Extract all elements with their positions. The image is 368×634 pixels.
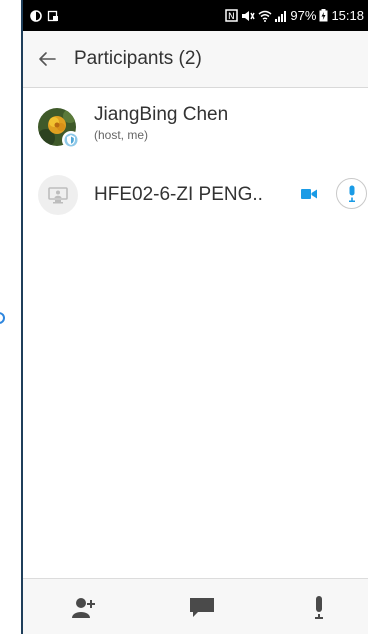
wifi-icon xyxy=(258,10,272,22)
svg-text:N: N xyxy=(228,12,235,22)
participant-name: HFE02-6-ZI PENG.. xyxy=(94,184,263,205)
back-arrow-icon[interactable] xyxy=(38,50,56,68)
screenshot-icon xyxy=(47,10,58,21)
microphone-icon xyxy=(348,185,355,202)
video-camera-icon[interactable] xyxy=(301,188,317,200)
add-person-icon xyxy=(72,598,95,618)
participants-screen: N 97% 15:18 Participants (2) JiangBing C… xyxy=(23,0,368,634)
participant-info: JiangBing Chen (host, me) xyxy=(94,104,228,143)
room-system-icon xyxy=(38,175,78,215)
participant-info: HFE02-6-ZI PENG.. xyxy=(94,184,263,206)
participant-mic-button[interactable] xyxy=(336,178,367,209)
avatar xyxy=(38,108,80,149)
participant-row[interactable]: JiangBing Chen (host, me) xyxy=(23,100,368,154)
data-saver-icon xyxy=(30,9,42,22)
participant-name: JiangBing Chen xyxy=(94,104,229,125)
battery-charging-icon xyxy=(319,9,328,22)
participant-role: (host, me) xyxy=(94,128,149,142)
chat-button[interactable] xyxy=(187,593,217,623)
page-title: Participants (2) xyxy=(74,48,202,69)
signal-icon xyxy=(275,10,287,22)
bottom-toolbar xyxy=(23,578,368,634)
mute-notifications-icon xyxy=(242,10,256,21)
host-badge-icon xyxy=(62,131,80,149)
invite-button[interactable] xyxy=(69,593,99,623)
participant-row[interactable]: HFE02-6-ZI PENG.. xyxy=(23,168,368,222)
nfc-icon: N xyxy=(225,9,239,22)
clock: 15:18 xyxy=(331,8,364,23)
chat-icon xyxy=(190,598,214,617)
mute-button[interactable] xyxy=(304,593,334,623)
battery-percent: 97% xyxy=(290,8,317,23)
status-bar: N 97% 15:18 xyxy=(23,0,368,31)
app-header: Participants (2) xyxy=(23,31,368,88)
microphone-icon xyxy=(315,596,323,619)
